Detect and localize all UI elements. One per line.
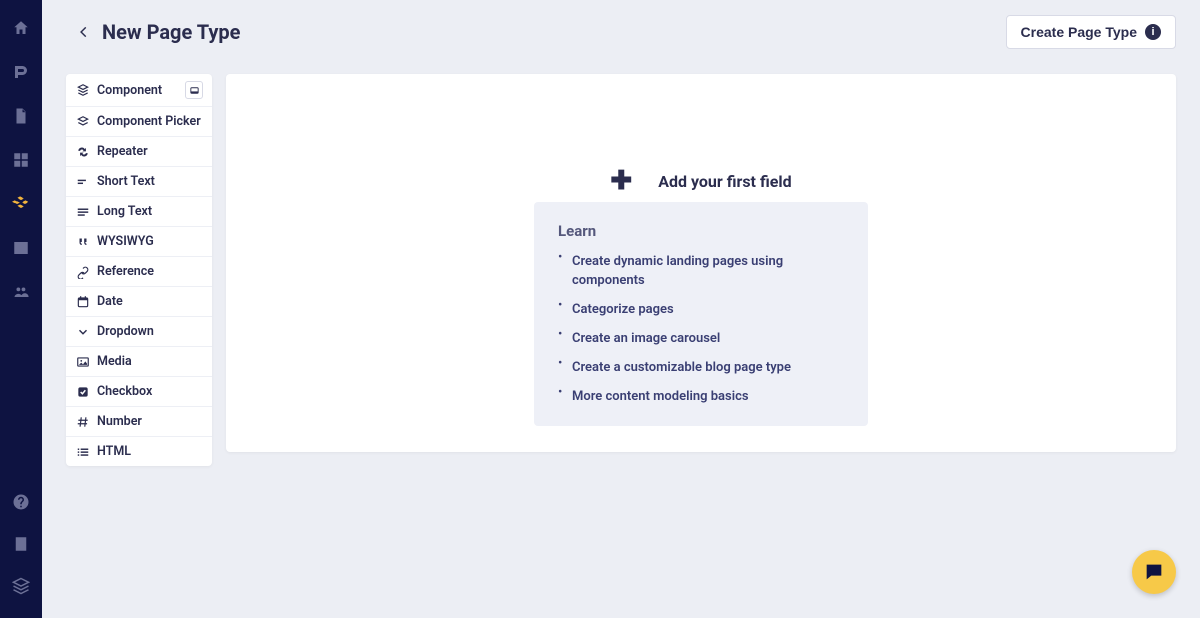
field-label: Checkbox [97, 384, 152, 399]
field-type-reference[interactable]: Reference [66, 257, 212, 287]
field-label: Number [97, 414, 142, 429]
page-title: New Page Type [102, 20, 240, 44]
field-type-repeater[interactable]: Repeater [66, 137, 212, 167]
hash-icon [75, 414, 90, 429]
field-label: Long Text [97, 204, 152, 219]
nav-help-icon[interactable] [11, 492, 31, 512]
create-page-type-button[interactable]: Create Page Type i [1006, 15, 1176, 49]
field-label: Dropdown [97, 324, 154, 339]
repeat-icon [75, 144, 90, 159]
plus-icon: ✚ [610, 166, 632, 196]
field-type-html[interactable]: HTML [66, 437, 212, 466]
field-type-short-text[interactable]: Short Text [66, 167, 212, 197]
learn-link[interactable]: Create an image carousel [572, 331, 720, 346]
learn-panel: Learn Create dynamic landing pages using… [534, 202, 868, 426]
create-button-label: Create Page Type [1021, 24, 1137, 40]
add-first-field-button[interactable]: ✚ Add your first field [610, 166, 791, 196]
content-area: Component Component Picker Repeater Shor… [42, 64, 1200, 618]
field-label: Reference [97, 264, 154, 279]
field-type-wysiwyg[interactable]: WYSIWYG [66, 227, 212, 257]
layers-picker-icon [75, 114, 90, 129]
field-type-media[interactable]: Media [66, 347, 212, 377]
link-icon [75, 264, 90, 279]
field-type-number[interactable]: Number [66, 407, 212, 437]
field-label: Short Text [97, 174, 155, 189]
field-type-component-picker[interactable]: Component Picker [66, 107, 212, 137]
chevron-down-icon [75, 324, 90, 339]
nav-layers-icon[interactable] [11, 576, 31, 596]
field-label: Component [97, 83, 162, 98]
field-type-date[interactable]: Date [66, 287, 212, 317]
quote-icon [75, 234, 90, 249]
nav-components-icon[interactable] [11, 194, 31, 214]
long-text-icon [75, 204, 90, 219]
learn-link[interactable]: Categorize pages [572, 302, 674, 317]
learn-link[interactable]: Create dynamic landing pages using compo… [572, 254, 783, 288]
learn-links-list: Create dynamic landing pages using compo… [558, 250, 844, 404]
page-header: New Page Type Create Page Type i [42, 0, 1200, 64]
back-button[interactable] [72, 20, 96, 44]
field-types-panel: Component Component Picker Repeater Shor… [66, 74, 212, 466]
nav-media-icon[interactable] [11, 238, 31, 258]
field-type-component[interactable]: Component [66, 74, 212, 107]
field-type-dropdown[interactable]: Dropdown [66, 317, 212, 347]
short-text-icon [75, 174, 90, 189]
field-label: Media [97, 354, 132, 369]
field-label: Date [97, 294, 123, 309]
nav-users-icon[interactable] [11, 282, 31, 302]
nav-docs-icon[interactable] [11, 534, 31, 554]
collapse-toggle-icon[interactable] [185, 81, 203, 99]
chat-button[interactable] [1132, 550, 1176, 594]
nav-pages-icon[interactable] [11, 106, 31, 126]
field-type-checkbox[interactable]: Checkbox [66, 377, 212, 407]
main-canvas: ✚ Add your first field Learn Create dyna… [226, 74, 1176, 452]
image-icon [75, 354, 90, 369]
info-icon: i [1145, 24, 1161, 40]
learn-link[interactable]: More content modeling basics [572, 389, 749, 404]
calendar-icon [75, 294, 90, 309]
nav-blog-icon[interactable] [11, 62, 31, 82]
add-first-label: Add your first field [658, 172, 791, 191]
nav-grid-icon[interactable] [11, 150, 31, 170]
field-label: Component Picker [97, 114, 201, 129]
nav-home-icon[interactable] [11, 18, 31, 38]
checkbox-icon [75, 384, 90, 399]
field-label: HTML [97, 444, 131, 459]
learn-title: Learn [558, 222, 844, 240]
field-label: WYSIWYG [97, 234, 154, 249]
field-label: Repeater [97, 144, 148, 159]
learn-link[interactable]: Create a customizable blog page type [572, 360, 791, 375]
nav-rail [0, 0, 42, 618]
field-type-long-text[interactable]: Long Text [66, 197, 212, 227]
layers-icon [75, 83, 90, 98]
list-icon [75, 444, 90, 459]
